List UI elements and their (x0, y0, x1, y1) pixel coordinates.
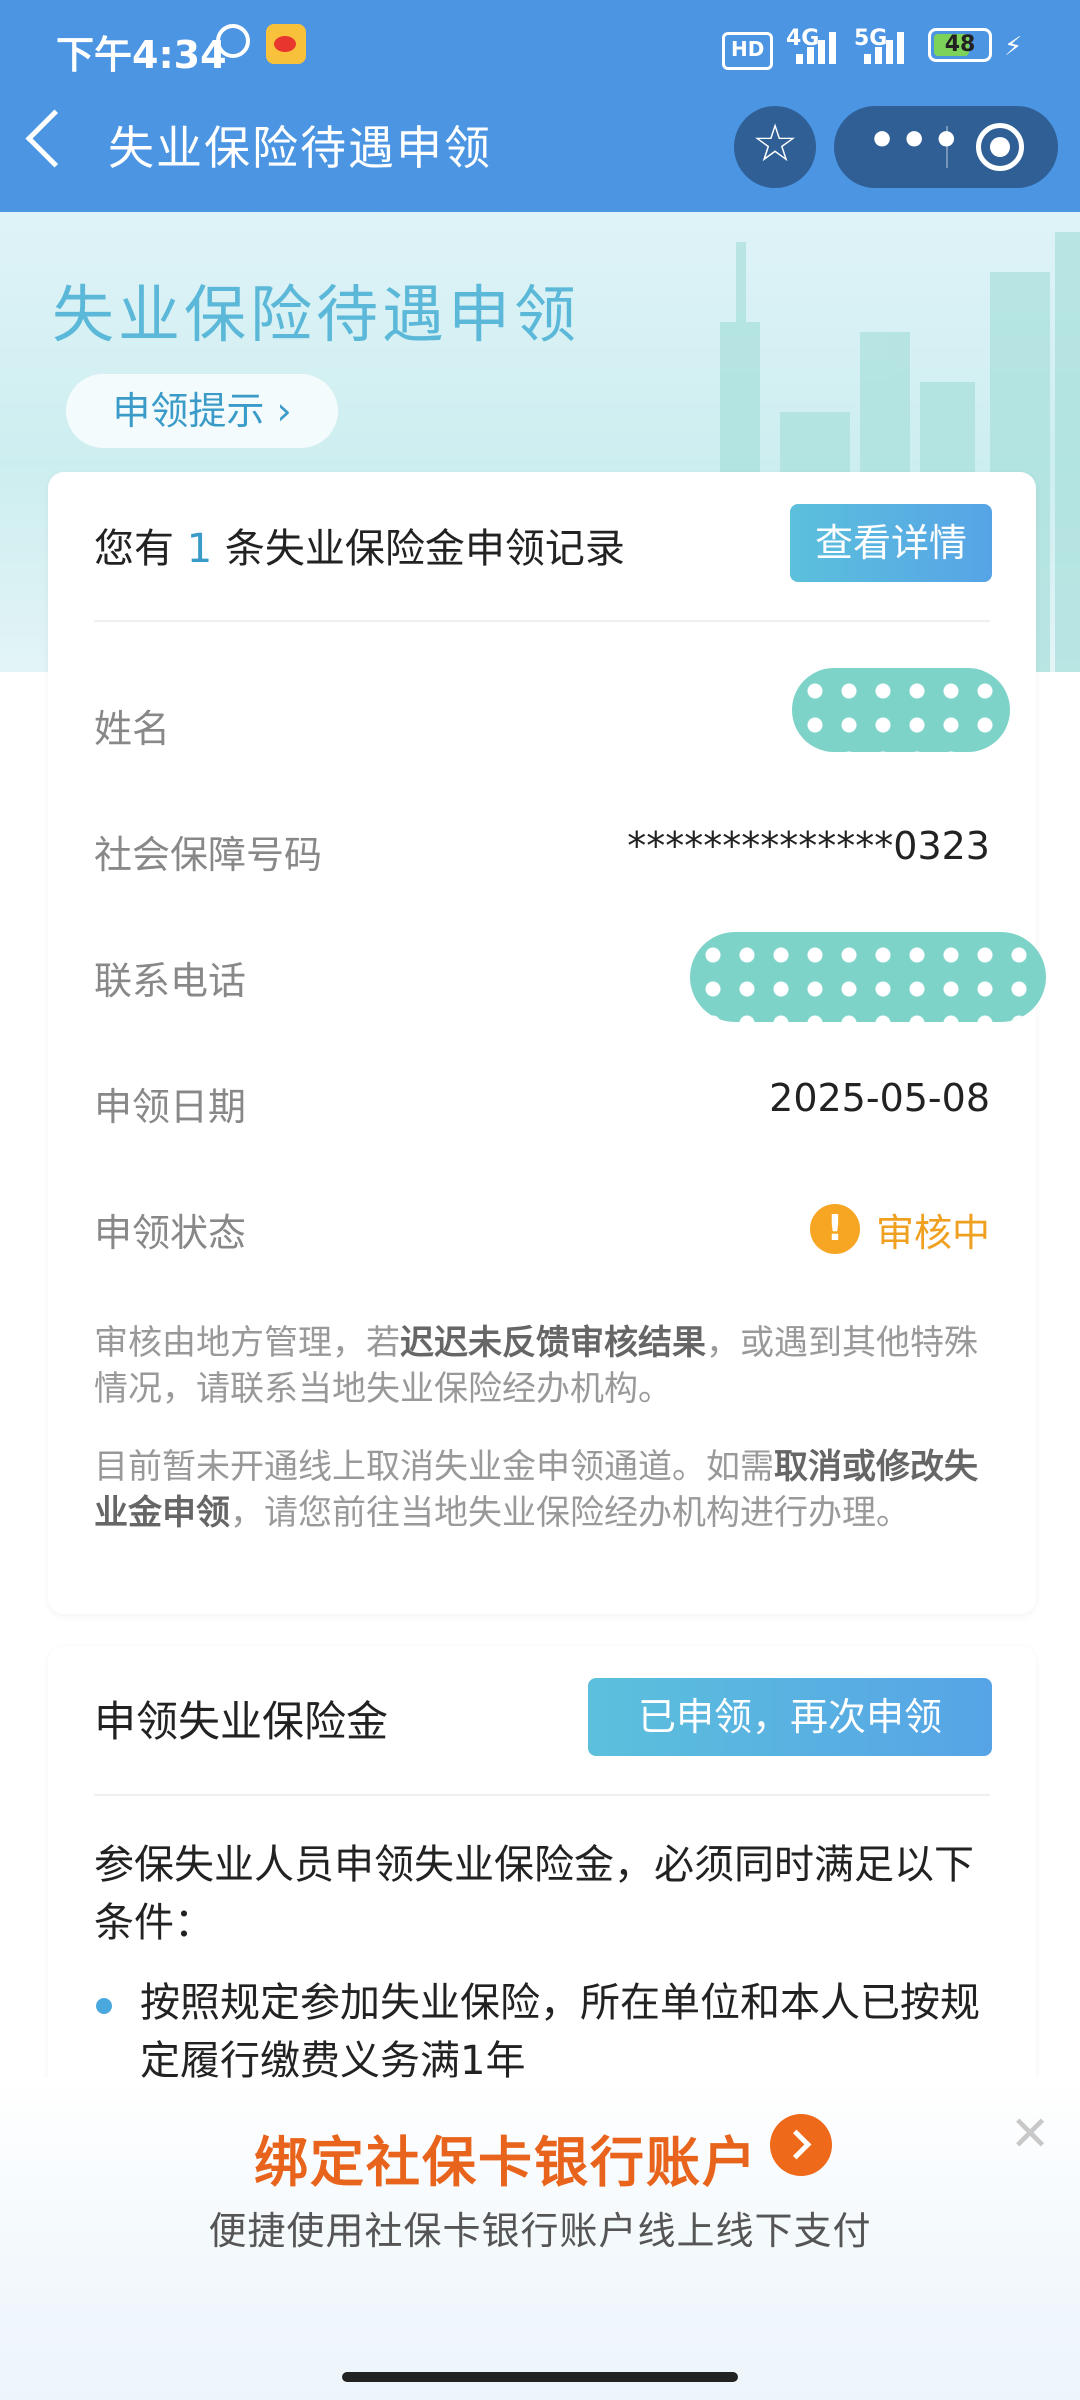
warning-icon: ! (810, 1204, 860, 1254)
nav-title: 失业保险待遇申领 (108, 121, 492, 175)
record-summary: 您有 1 条失业保险金申领记录 (94, 526, 625, 572)
more-button[interactable]: ••• (868, 106, 960, 176)
weibo-notification-icon (266, 24, 306, 64)
apply-section-title: 申领失业保险金 (94, 1697, 389, 1746)
field-label-ssn: 社会保障号码 (94, 833, 323, 877)
charging-icon: ⚡ (1004, 32, 1023, 62)
redacted-phone (690, 932, 1046, 1022)
field-label-status: 申领状态 (94, 1211, 247, 1255)
capsule-divider (946, 126, 948, 168)
alarm-icon (216, 24, 250, 58)
close-icon[interactable]: ✕ (1010, 2110, 1050, 2158)
reapply-button[interactable]: 已申领，再次申领 (588, 1678, 992, 1756)
redacted-name (792, 668, 1010, 752)
signal-5g-icon (864, 30, 910, 64)
arrow-right-icon[interactable] (770, 2114, 832, 2176)
record-count: 1 (186, 526, 213, 572)
battery-icon: 48 (928, 28, 992, 62)
eligibility-intro: 参保失业人员申领失业保险金，必须同时满足以下条件： (94, 1842, 974, 1946)
eligibility-item: 按照规定参加失业保险，所在单位和本人已按规定履行缴费义务满1年 (140, 1980, 980, 2084)
top-bar: 下午4:34 HD 4G 5G 48 ⚡ 失业保险待遇申领 ☆ ••• (0, 0, 1080, 212)
card-divider (94, 1794, 990, 1796)
status-bar: 下午4:34 HD 4G 5G 48 ⚡ (0, 0, 1080, 96)
signal-4g-icon (796, 30, 842, 64)
hd-icon: HD (722, 32, 774, 70)
field-label-name: 姓名 (94, 707, 171, 751)
banner-title[interactable]: 绑定社保卡银行账户 (254, 2118, 758, 2197)
star-icon: ☆ (751, 114, 799, 174)
apply-tips-button[interactable]: 申领提示 › (66, 374, 338, 448)
hero-title: 失业保险待遇申领 (52, 278, 581, 351)
back-icon[interactable] (25, 109, 84, 168)
battery-level: 48 (944, 32, 976, 57)
status-time: 下午4:34 (56, 33, 227, 77)
field-label-phone: 联系电话 (94, 959, 247, 1003)
close-miniapp-button[interactable] (976, 123, 1024, 171)
field-label-date: 申领日期 (94, 1085, 247, 1129)
field-value-ssn: **************0323 (627, 824, 990, 868)
favorite-button[interactable]: ☆ (734, 106, 816, 188)
miniapp-capsule: ••• (834, 106, 1058, 188)
bullet-icon (96, 1998, 112, 2014)
cancel-note: 目前暂未开通线上取消失业金申领通道。如需取消或修改失业金申领，请您前往当地失业保… (94, 1447, 978, 1533)
card-divider (94, 620, 990, 622)
home-indicator[interactable] (342, 2372, 738, 2382)
review-note: 审核由地方管理，若迟迟未反馈审核结果，或遇到其他特殊情况，请联系当地失业保险经办… (94, 1323, 978, 1409)
field-value-status: 审核中 (875, 1211, 990, 1255)
application-record-card: 您有 1 条失业保险金申领记录 查看详情 姓名 社会保障号码 *********… (48, 472, 1046, 1614)
banner-subtitle: 便捷使用社保卡银行账户线上线下支付 (208, 2209, 872, 2253)
apply-tips-label: 申领提示 › (112, 389, 292, 433)
view-details-button[interactable]: 查看详情 (790, 504, 992, 582)
bind-bank-account-banner[interactable]: ✕ 绑定社保卡银行账户 便捷使用社保卡银行账户线上线下支付 (0, 2078, 1080, 2400)
field-value-date: 2025-05-08 (769, 1076, 990, 1120)
